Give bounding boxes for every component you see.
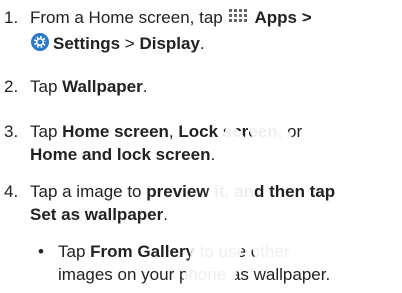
display-label: Display (139, 34, 200, 53)
step-number: 2. (4, 77, 19, 96)
separator: , (224, 182, 235, 201)
separator: > (296, 8, 312, 27)
step-4: 4. Tap a image to preview it, and then ta… (4, 180, 400, 226)
period: . (163, 205, 168, 224)
settings-gear-icon (30, 32, 50, 58)
period: . (199, 34, 205, 53)
step-number: 4. (4, 182, 19, 201)
separator: , (168, 122, 179, 141)
step-text: Tap a image to (30, 182, 147, 201)
step-text: Tap (30, 77, 63, 96)
bullet-text: Tap (58, 242, 91, 261)
apps-label: Apps (254, 8, 297, 27)
from-gallery-label: From Gallery (90, 242, 196, 261)
home-screen-label: Home screen (62, 122, 169, 141)
step-4-line-2: Set as wallpaper. (4, 203, 400, 226)
bullet-dot: • (38, 242, 44, 261)
bullet-item: • Tap From Gallery to use other images on… (38, 240, 400, 286)
step-number: 3. (4, 122, 19, 141)
then-tap-label: and then tap (234, 182, 336, 201)
step-3-line-2: Home and lock screen. (4, 143, 400, 166)
step-text: From a Home screen, tap (30, 8, 228, 27)
step-2: 2. Tap Wallpaper. (4, 75, 400, 98)
step-number: 1. (4, 8, 19, 27)
preview-label: preview it (146, 182, 225, 201)
bullet-text: to use other (195, 242, 290, 261)
step-1: 1. From a Home screen, tap Apps > Setting… (4, 6, 400, 58)
period: . (142, 77, 148, 96)
step-text: , or (277, 122, 303, 141)
bullet-line-2: images on your phone as wallpaper. (58, 265, 331, 284)
apps-grid-icon (227, 8, 251, 32)
step-1-line-2: Settings > Display. (4, 32, 400, 58)
step-3: 3. Tap Home screen, Lock screen, or Home … (4, 120, 400, 166)
separator: > (120, 34, 140, 53)
set-as-wallpaper-label: Set as wallpaper (30, 205, 164, 224)
period: . (210, 145, 216, 164)
settings-label: Settings (53, 34, 121, 53)
lock-screen-label: Lock screen (178, 122, 278, 141)
home-and-lock-label: Home and lock screen (30, 145, 211, 164)
wallpaper-label: Wallpaper (62, 77, 143, 96)
step-text: Tap (30, 122, 63, 141)
